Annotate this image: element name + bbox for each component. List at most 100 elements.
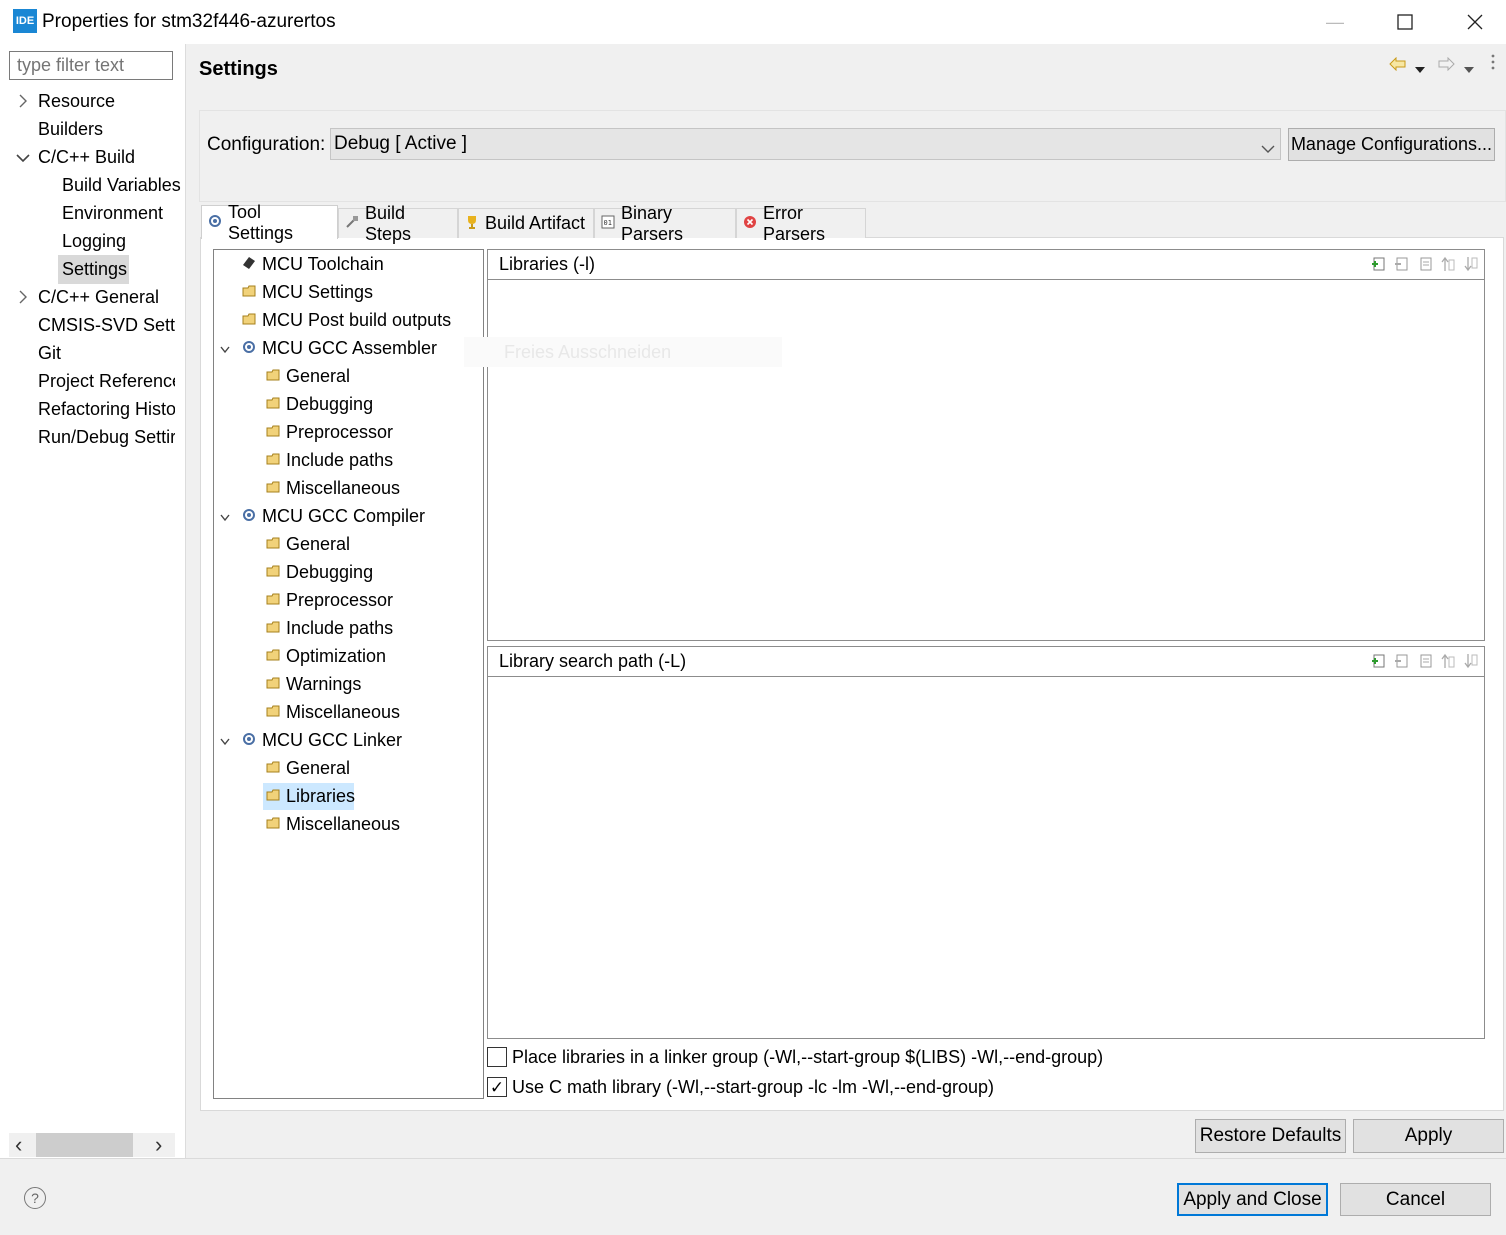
- options-icon: [266, 480, 282, 497]
- forward-dropdown-icon[interactable]: [1463, 58, 1475, 79]
- nav-item-environment[interactable]: Environment: [62, 203, 163, 224]
- tree-item-cc-preprocessor[interactable]: Preprocessor: [286, 590, 393, 611]
- tree-item-ld-miscellaneous[interactable]: Miscellaneous: [286, 814, 400, 835]
- tree-item-asm-debugging[interactable]: Debugging: [286, 394, 373, 415]
- nav-item-resource[interactable]: Resource: [38, 91, 115, 112]
- tree-item-gcc-linker[interactable]: MCU GCC Linker: [262, 730, 402, 751]
- move-down-icon[interactable]: [1464, 653, 1478, 674]
- options-icon: [266, 788, 282, 805]
- nav-item-run-debug[interactable]: Run/Debug Settir: [38, 427, 175, 448]
- tab-tool-settings[interactable]: Tool Settings: [201, 202, 338, 243]
- options-icon: [266, 396, 282, 413]
- nav-item-cpp-build[interactable]: C/C++ Build: [38, 147, 135, 168]
- nav-item-build-variables[interactable]: Build Variables: [62, 175, 181, 196]
- tree-item-cc-miscellaneous[interactable]: Miscellaneous: [286, 702, 400, 723]
- nav-item-builders[interactable]: Builders: [38, 119, 103, 140]
- libraries-header: [487, 249, 1485, 280]
- maximize-icon: [1397, 14, 1413, 30]
- chevron-down-icon[interactable]: [220, 511, 230, 525]
- tab-build-steps[interactable]: Build Steps: [338, 203, 458, 244]
- c-math-checkbox[interactable]: ✓: [487, 1077, 507, 1097]
- tab-binary-parsers[interactable]: 01 Binary Parsers: [594, 203, 736, 244]
- library-search-path-list[interactable]: [487, 646, 1485, 1039]
- tree-item-cc-warnings[interactable]: Warnings: [286, 674, 361, 695]
- tree-item-asm-preprocessor[interactable]: Preprocessor: [286, 422, 393, 443]
- help-icon[interactable]: ?: [24, 1187, 46, 1209]
- filter-input[interactable]: [9, 51, 173, 80]
- options-icon: [266, 648, 282, 665]
- forward-arrow-icon[interactable]: [1437, 55, 1455, 76]
- options-icon: [242, 312, 258, 329]
- tree-item-mcu-post-build[interactable]: MCU Post build outputs: [262, 310, 451, 331]
- libraries-list[interactable]: [487, 249, 1485, 641]
- options-icon: [242, 284, 258, 301]
- options-icon: [266, 704, 282, 721]
- svg-text:01: 01: [604, 219, 612, 227]
- tree-item-ld-libraries[interactable]: Libraries: [286, 786, 355, 807]
- edit-icon[interactable]: [1418, 653, 1434, 674]
- tree-item-asm-general[interactable]: General: [286, 366, 350, 387]
- tool-icon: [242, 508, 256, 525]
- tab-label: Error Parsers: [763, 202, 826, 244]
- nav-item-cpp-general[interactable]: C/C++ General: [38, 287, 159, 308]
- tree-item-gcc-assembler[interactable]: MCU GCC Assembler: [262, 338, 437, 359]
- tool-settings-icon: [208, 214, 222, 231]
- nav-item-settings[interactable]: Settings: [62, 259, 127, 280]
- configuration-label: Configuration:: [207, 134, 326, 155]
- move-up-icon[interactable]: [1441, 653, 1455, 674]
- chevron-down-icon[interactable]: [220, 735, 230, 749]
- options-icon: [266, 536, 282, 553]
- tree-item-asm-miscellaneous[interactable]: Miscellaneous: [286, 478, 400, 499]
- ghost-tooltip: Freies Ausschneiden: [464, 337, 782, 367]
- minimize-button[interactable]: —: [1300, 0, 1370, 44]
- move-down-icon[interactable]: [1464, 256, 1478, 277]
- tree-item-mcu-toolchain[interactable]: MCU Toolchain: [262, 254, 384, 275]
- scroll-right-icon[interactable]: ›: [155, 1132, 162, 1158]
- tree-item-cc-optimization[interactable]: Optimization: [286, 646, 386, 667]
- close-button[interactable]: [1440, 0, 1506, 44]
- tab-build-artifact[interactable]: Build Artifact: [458, 208, 594, 238]
- tree-item-mcu-settings[interactable]: MCU Settings: [262, 282, 373, 303]
- delete-icon[interactable]: [1394, 256, 1410, 277]
- options-icon: [266, 620, 282, 637]
- chevron-down-icon[interactable]: [220, 343, 230, 357]
- edit-icon[interactable]: [1418, 256, 1434, 277]
- tab-error-parsers[interactable]: Error Parsers: [736, 203, 866, 244]
- cancel-button[interactable]: Cancel: [1340, 1183, 1491, 1216]
- apply-button[interactable]: Apply: [1353, 1119, 1504, 1153]
- options-icon: [266, 368, 282, 385]
- linker-group-checkbox[interactable]: [487, 1047, 507, 1067]
- add-icon[interactable]: [1371, 653, 1387, 674]
- chevron-down-icon[interactable]: [16, 150, 30, 167]
- nav-item-project-references[interactable]: Project Reference:: [38, 371, 175, 392]
- tree-item-ld-general[interactable]: General: [286, 758, 350, 779]
- manage-configurations-button[interactable]: Manage Configurations...: [1288, 128, 1495, 161]
- chevron-right-icon[interactable]: [18, 94, 28, 112]
- back-arrow-icon[interactable]: [1389, 55, 1407, 76]
- tree-item-cc-debugging[interactable]: Debugging: [286, 562, 373, 583]
- restore-defaults-button[interactable]: Restore Defaults: [1195, 1119, 1346, 1153]
- window-title: Properties for stm32f446-azurertos: [42, 11, 336, 32]
- scrollbar-thumb[interactable]: [36, 1133, 133, 1157]
- nav-item-cmsis-svd[interactable]: CMSIS-SVD Settir: [38, 315, 175, 336]
- tree-item-gcc-compiler[interactable]: MCU GCC Compiler: [262, 506, 425, 527]
- app-icon: IDE: [13, 9, 37, 33]
- move-up-icon[interactable]: [1441, 256, 1455, 277]
- nav-item-logging[interactable]: Logging: [62, 231, 126, 252]
- scroll-left-icon[interactable]: ‹: [15, 1132, 22, 1158]
- apply-and-close-button[interactable]: Apply and Close: [1177, 1183, 1328, 1216]
- nav-item-git[interactable]: Git: [38, 343, 61, 364]
- options-icon: [266, 816, 282, 833]
- add-icon[interactable]: [1371, 256, 1387, 277]
- tree-item-asm-include-paths[interactable]: Include paths: [286, 450, 393, 471]
- options-icon: [266, 592, 282, 609]
- configuration-select[interactable]: [330, 128, 1281, 160]
- delete-icon[interactable]: [1394, 653, 1410, 674]
- tree-item-cc-include-paths[interactable]: Include paths: [286, 618, 393, 639]
- tree-item-cc-general[interactable]: General: [286, 534, 350, 555]
- nav-item-refactoring-history[interactable]: Refactoring Histo: [38, 399, 175, 420]
- view-menu-icon[interactable]: [1490, 54, 1496, 75]
- chevron-right-icon[interactable]: [18, 290, 28, 308]
- maximize-button[interactable]: [1370, 0, 1440, 44]
- back-dropdown-icon[interactable]: [1414, 58, 1426, 79]
